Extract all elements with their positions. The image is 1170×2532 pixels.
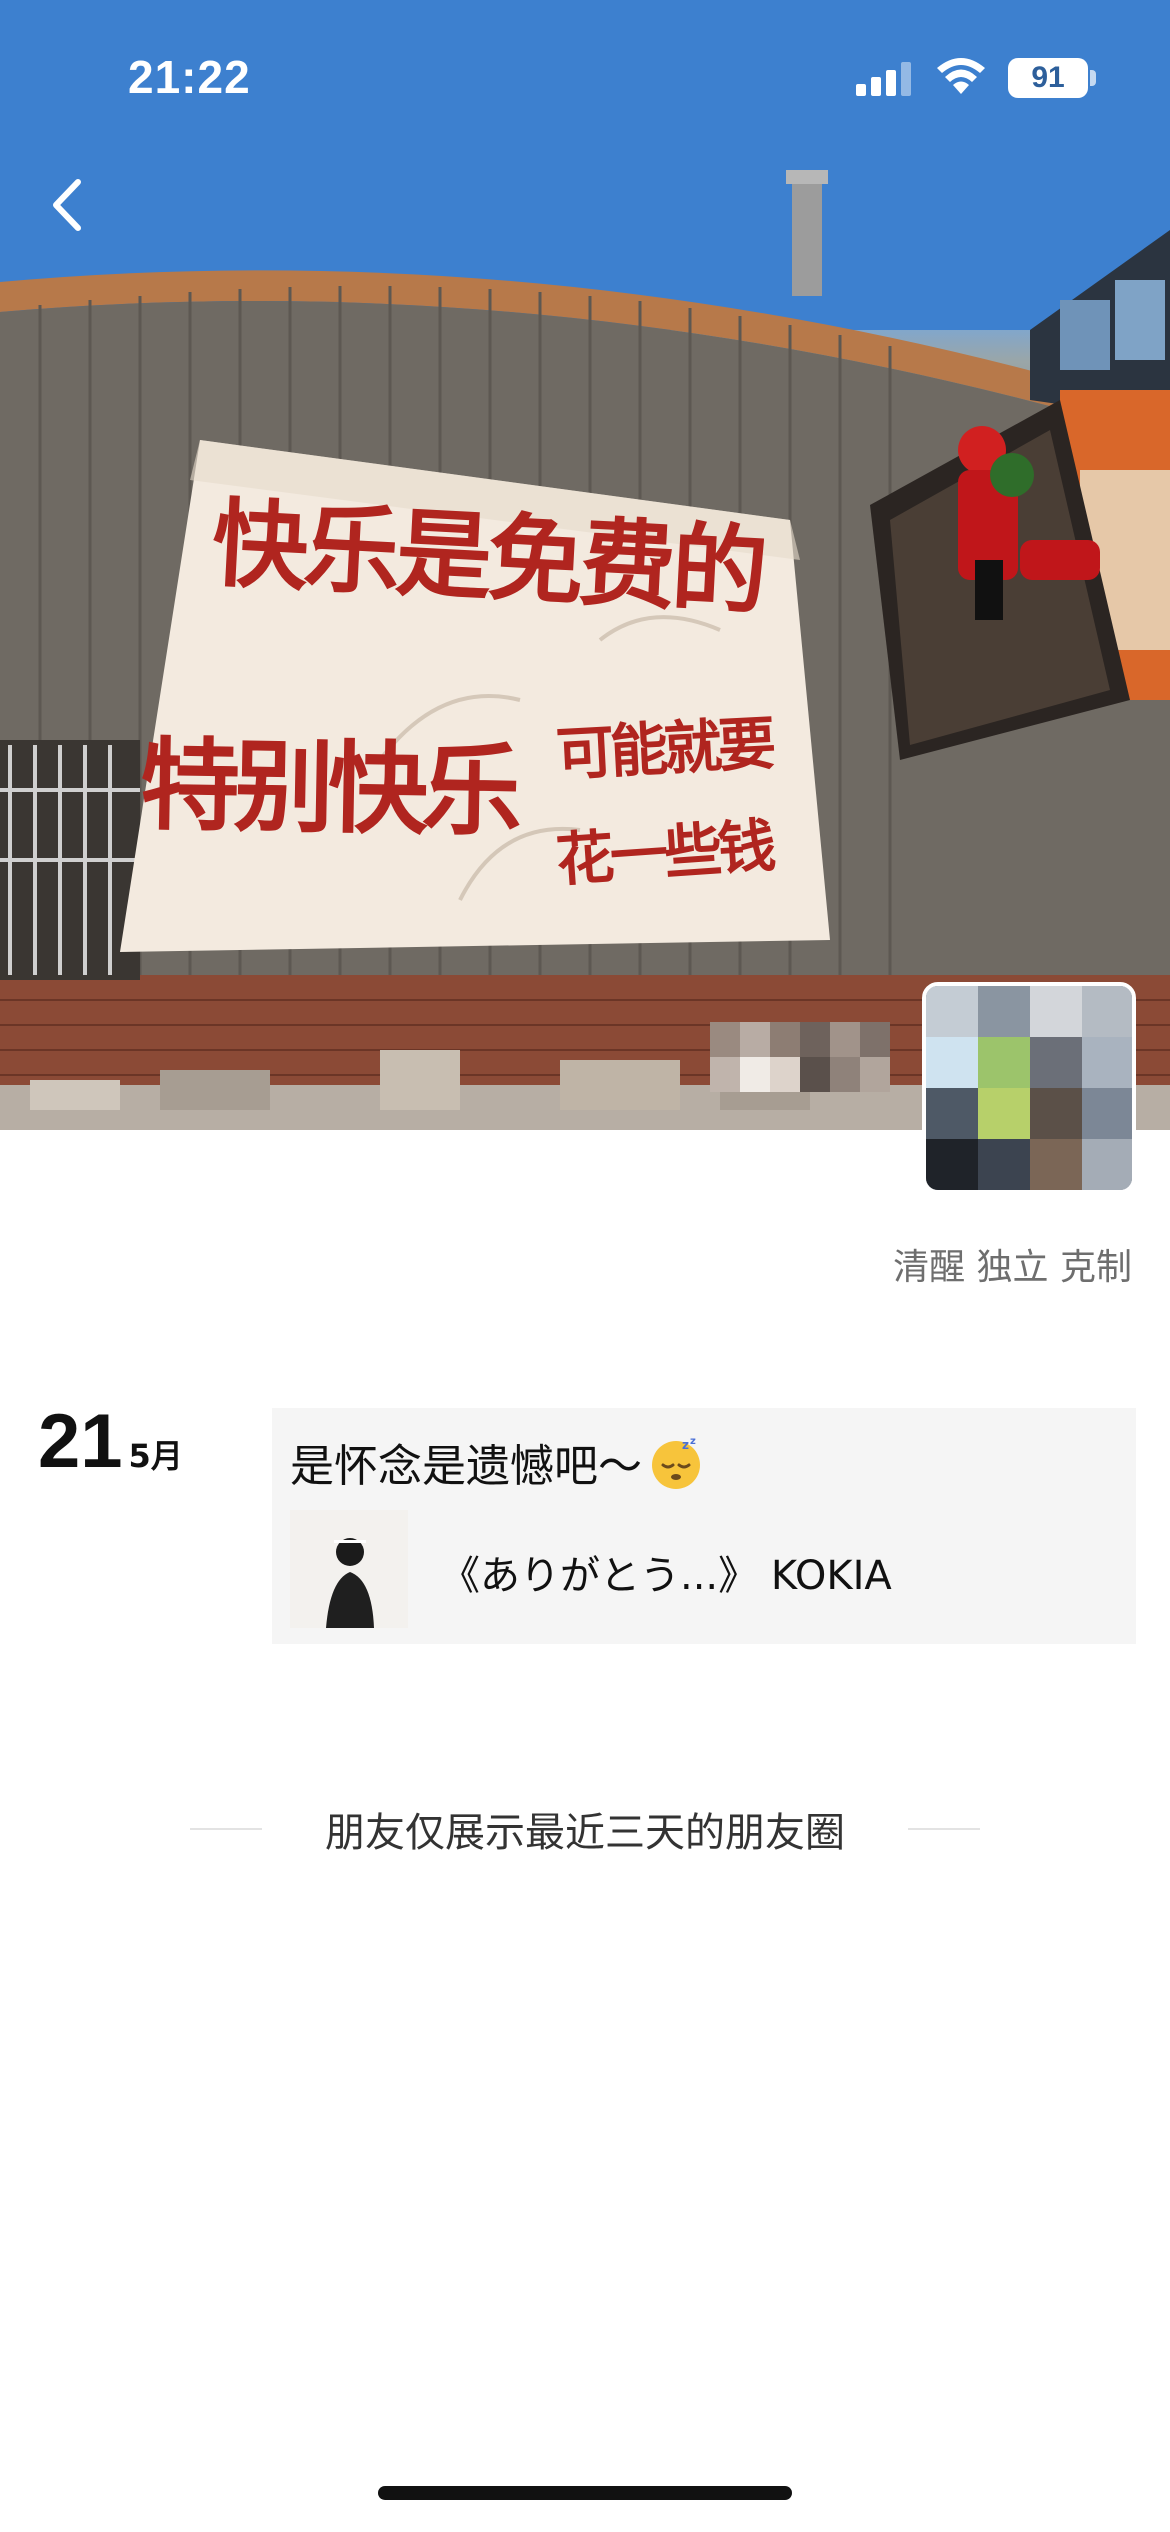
banner-line-3a: 可能就要: [554, 709, 774, 789]
banner-line-1: 快乐是免费的: [209, 486, 767, 629]
back-button[interactable]: [40, 170, 100, 240]
blurred-nickname: [710, 1022, 890, 1092]
post-text-content: 是怀念是遗憾吧～: [290, 1441, 642, 1492]
sleepy-face-emoji-icon: z z: [652, 1436, 700, 1489]
svg-text:z: z: [690, 1436, 696, 1447]
post-date: 21 5月: [38, 1398, 183, 1485]
album-art-image: [290, 1510, 408, 1628]
home-indicator[interactable]: [378, 2486, 792, 2500]
svg-text:z: z: [682, 1438, 689, 1452]
chevron-left-icon: [53, 179, 81, 231]
avatar-image: [926, 986, 1132, 1190]
battery-level: 91: [1031, 61, 1065, 94]
post-text: 是怀念是遗憾吧～ z z: [290, 1430, 704, 1494]
post-month: 5月: [128, 1437, 183, 1475]
battery-nub: [1090, 70, 1096, 86]
music-cover-thumbnail[interactable]: [290, 1510, 408, 1628]
footer-note: 朋友仅展示最近三天的朋友圈: [325, 1810, 845, 1856]
cover-photo[interactable]: 快乐是免费的 特别快乐 可能就要 花一些钱: [0, 0, 1170, 1130]
status-bar: 21:22 91: [0, 0, 1170, 150]
banner-line-2: 特别快乐: [138, 725, 518, 851]
wifi-icon: [937, 58, 985, 94]
cellular-signal-icon: [856, 62, 911, 96]
profile-signature: 清醒 独立 克制: [893, 1247, 1132, 1288]
post-card[interactable]: 是怀念是遗憾吧～ z z 《ありがとう...》 KOKIA: [272, 1408, 1136, 1644]
battery-icon: 91: [1008, 58, 1088, 98]
post-day: 21: [38, 1399, 123, 1484]
status-time: 21:22: [128, 51, 251, 103]
avatar[interactable]: [922, 982, 1136, 1194]
footer-divider-right: [908, 1828, 980, 1830]
music-title: 《ありがとう...》 KOKIA: [440, 1553, 892, 1599]
banner-line-3b: 花一些钱: [553, 811, 775, 895]
